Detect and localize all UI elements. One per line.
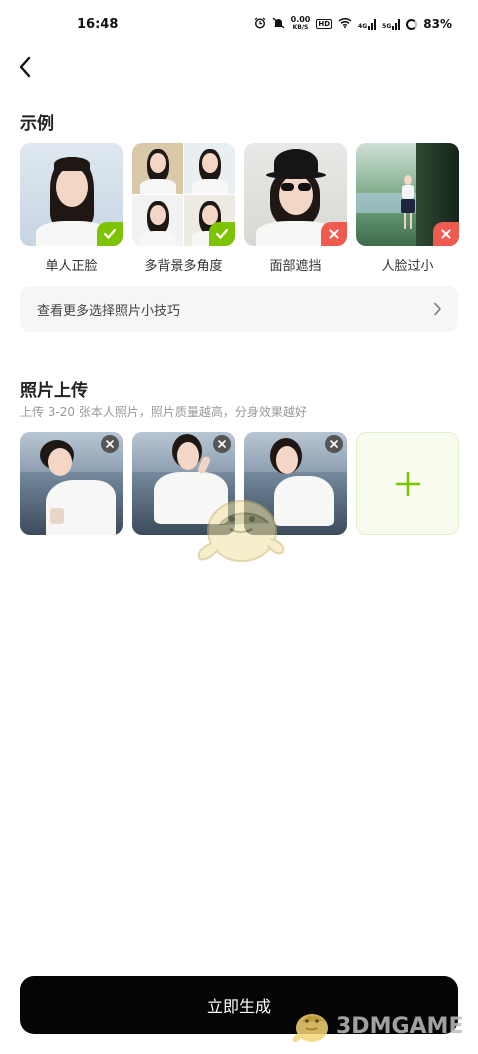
example-item: 人脸过小: [356, 143, 459, 274]
battery-level: 83%: [423, 17, 452, 31]
net-speed: 0.00 KB/S: [291, 16, 311, 32]
watermark-text: 3DMGAME: [336, 1013, 464, 1039]
status-icons: 0.00 KB/S HD 4G 5G 83%: [254, 16, 452, 32]
example-item: 面部遮挡: [244, 143, 347, 274]
photo-tips-label: 查看更多选择照片小技巧: [37, 303, 181, 319]
example-photo: [244, 143, 347, 246]
example-caption: 单人正脸: [45, 259, 98, 274]
signal-4g-label: 4G: [358, 22, 368, 30]
close-icon: [218, 440, 226, 448]
close-icon: [106, 440, 114, 448]
cross-badge-icon: [433, 222, 459, 246]
watermark-logo: 3DMGAME: [290, 1006, 463, 1046]
cross-badge-icon: [321, 222, 347, 246]
battery-icon: [406, 18, 418, 30]
upload-subtitle: 上传 3-20 张本人照片，照片质量越高，分身效果越好: [20, 405, 307, 419]
watermark-mascot: [190, 485, 290, 575]
add-photo-button[interactable]: [356, 432, 459, 535]
example-caption: 面部遮挡: [269, 259, 322, 274]
upload-title: 照片上传: [20, 381, 88, 401]
remove-photo-button[interactable]: [325, 435, 343, 453]
alarm-icon: [254, 17, 266, 32]
signal-4g: 4G: [358, 18, 377, 30]
close-icon: [330, 440, 338, 448]
mute-icon: [272, 17, 285, 32]
remove-photo-button[interactable]: [101, 435, 119, 453]
net-speed-value: 0.00: [290, 15, 311, 24]
example-caption: 人脸过小: [381, 259, 434, 274]
check-badge-icon: [97, 222, 123, 246]
status-time: 16:48: [77, 17, 119, 32]
signal-5g: 5G: [382, 18, 401, 30]
chevron-right-icon: [434, 302, 441, 316]
back-button[interactable]: [10, 52, 40, 82]
chevron-left-icon: [19, 56, 31, 78]
mascot-logo-icon: [292, 1014, 328, 1042]
net-speed-unit: KB/S: [292, 24, 309, 31]
examples-row: 单人正脸 多背景多角度 面部遮挡 人脸过小: [20, 143, 460, 274]
hd-badge: HD: [316, 19, 333, 29]
status-bar: 16:48 0.00 KB/S HD 4G 5G 83%: [0, 0, 478, 50]
plus-icon: [395, 471, 420, 496]
example-item: 单人正脸: [20, 143, 123, 274]
remove-photo-button[interactable]: [213, 435, 231, 453]
signal-bars-icon: [368, 18, 377, 30]
check-badge-icon: [209, 222, 235, 246]
example-caption: 多背景多角度: [144, 259, 223, 274]
wifi-icon: [338, 17, 352, 31]
photo-tips-link[interactable]: 查看更多选择照片小技巧: [20, 286, 458, 332]
signal-5g-label: 5G: [382, 22, 392, 30]
example-photo: [356, 143, 459, 246]
example-item: 多背景多角度: [132, 143, 235, 274]
example-photo: [132, 143, 235, 246]
example-photo: [20, 143, 123, 246]
uploaded-photo[interactable]: [20, 432, 123, 535]
examples-title: 示例: [20, 114, 54, 134]
signal-bars-icon: [392, 18, 401, 30]
